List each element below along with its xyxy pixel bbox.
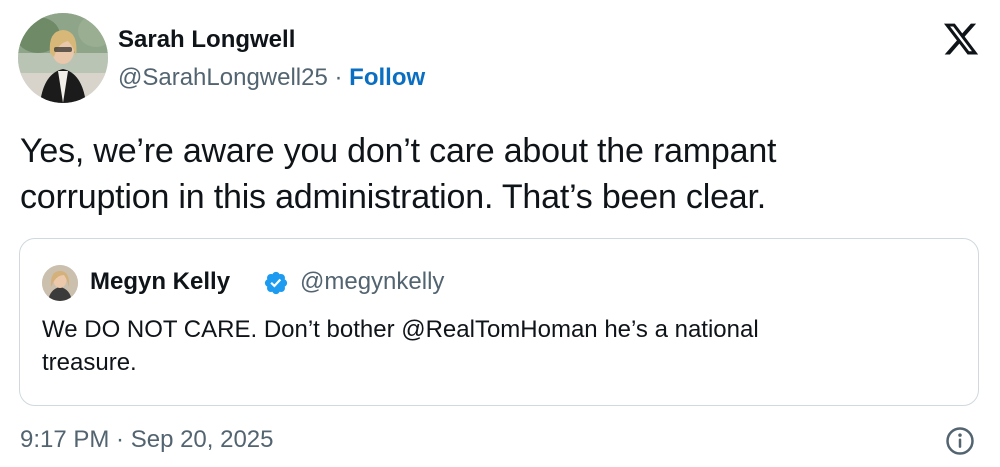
- tweet-text: Yes, we’re aware you don’t care about th…: [20, 132, 777, 216]
- author-avatar[interactable]: [18, 13, 108, 103]
- follow-button[interactable]: Follow: [349, 64, 425, 91]
- info-icon[interactable]: [945, 426, 975, 456]
- quoted-tweet-card[interactable]: Megyn Kelly @megynkelly We DO NOT CARE. …: [19, 238, 979, 406]
- author-handle[interactable]: @SarahLongwell25: [118, 64, 328, 91]
- author-meta: @SarahLongwell25 · Follow: [118, 63, 425, 93]
- quoted-tweet-text: We DO NOT CARE. Don’t bother @RealTomHom…: [42, 316, 759, 376]
- quoted-author-avatar[interactable]: [42, 265, 78, 301]
- verified-badge-icon: [264, 271, 288, 295]
- tweet-timestamp[interactable]: 9:17 PM · Sep 20, 2025: [20, 425, 274, 455]
- x-logo-icon[interactable]: [942, 20, 980, 58]
- quoted-author-name[interactable]: Megyn Kelly: [90, 267, 230, 297]
- author-name[interactable]: Sarah Longwell: [118, 26, 295, 54]
- quoted-author-handle[interactable]: @megynkelly: [300, 267, 444, 297]
- meta-separator: ·: [327, 64, 350, 91]
